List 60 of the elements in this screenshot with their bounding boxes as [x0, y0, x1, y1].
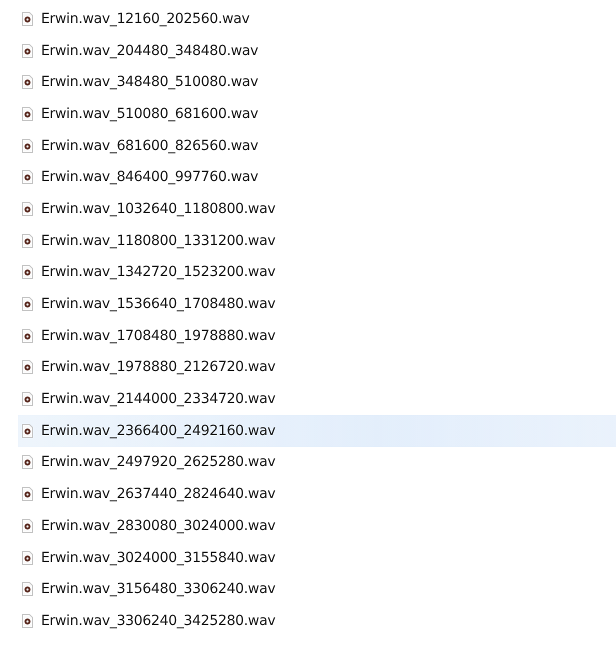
file-row[interactable]: Erwin.wav_681600_826560.wav: [18, 130, 616, 162]
file-name: Erwin.wav_1536640_1708480.wav: [41, 296, 276, 312]
file-row[interactable]: Erwin.wav_1708480_1978880.wav: [18, 320, 616, 352]
audio-file-icon: [22, 170, 33, 184]
file-row[interactable]: Erwin.wav_1032640_1180800.wav: [18, 193, 616, 225]
audio-file-icon: [22, 138, 33, 153]
file-name: Erwin.wav_846400_997760.wav: [41, 169, 258, 186]
file-row[interactable]: Erwin.wav_1978880_2126720.wav: [18, 352, 616, 384]
file-name: Erwin.wav_3306240_3425280.wav: [41, 612, 276, 629]
file-name: Erwin.wav_681600_826560.wav: [41, 138, 258, 154]
audio-file-icon: [22, 582, 33, 596]
audio-file-icon: [22, 265, 33, 280]
audio-file-icon: [22, 234, 33, 248]
file-row[interactable]: Erwin.wav_510080_681600.wav: [18, 98, 616, 130]
file-name: Erwin.wav_2830080_3024000.wav: [41, 518, 276, 534]
file-name: Erwin.wav_348480_510080.wav: [41, 74, 258, 90]
file-name: Erwin.wav_1342720_1523200.wav: [41, 264, 276, 280]
file-name: Erwin.wav_1708480_1978880.wav: [41, 328, 276, 344]
file-row[interactable]: Erwin.wav_2637440_2824640.wav: [18, 478, 616, 510]
file-row[interactable]: Erwin.wav_1342720_1523200.wav: [18, 256, 616, 288]
file-name: Erwin.wav_3024000_3155840.wav: [41, 550, 276, 566]
audio-file-icon: [22, 328, 33, 343]
audio-file-icon: [22, 487, 33, 502]
audio-file-icon: [22, 202, 33, 216]
file-name: Erwin.wav_1032640_1180800.wav: [41, 200, 276, 217]
file-row[interactable]: Erwin.wav_12160_202560.wav: [18, 3, 616, 35]
file-name: Erwin.wav_2366400_2492160.wav: [41, 422, 276, 439]
file-name: Erwin.wav_1978880_2126720.wav: [41, 359, 276, 376]
file-name: Erwin.wav_2497920_2625280.wav: [41, 454, 276, 470]
audio-file-icon: [22, 75, 33, 90]
file-row[interactable]: Erwin.wav_2830080_3024000.wav: [18, 510, 616, 542]
file-row[interactable]: Erwin.wav_3156480_3306240.wav: [18, 573, 616, 606]
file-row[interactable]: Erwin.wav_846400_997760.wav: [18, 161, 616, 194]
file-row[interactable]: Erwin.wav_1180800_1331200.wav: [18, 224, 616, 256]
file-row[interactable]: Erwin.wav_2366400_2492160.wav: [18, 414, 616, 447]
file-name: Erwin.wav_1180800_1331200.wav: [41, 232, 276, 249]
file-name: Erwin.wav_510080_681600.wav: [41, 106, 258, 122]
file-row[interactable]: Erwin.wav_348480_510080.wav: [18, 66, 616, 98]
file-name: Erwin.wav_2144000_2334720.wav: [41, 391, 276, 408]
audio-file-icon: [22, 392, 33, 406]
audio-file-icon: [22, 12, 33, 26]
audio-file-icon: [22, 550, 33, 565]
audio-file-icon: [22, 360, 33, 374]
audio-file-icon: [22, 297, 33, 312]
audio-file-icon: [22, 424, 33, 438]
file-row[interactable]: Erwin.wav_3024000_3155840.wav: [18, 542, 616, 574]
file-name: Erwin.wav_2637440_2824640.wav: [41, 486, 276, 502]
file-row[interactable]: Erwin.wav_204480_348480.wav: [18, 34, 616, 66]
file-row[interactable]: Erwin.wav_2497920_2625280.wav: [18, 446, 616, 478]
file-row[interactable]: Erwin.wav_1536640_1708480.wav: [18, 288, 616, 320]
file-row[interactable]: Erwin.wav_3306240_3425280.wav: [18, 605, 616, 637]
audio-file-icon: [22, 455, 33, 470]
file-name: Erwin.wav_12160_202560.wav: [41, 10, 250, 27]
audio-file-icon: [22, 44, 33, 58]
audio-file-icon: [22, 106, 33, 121]
file-name: Erwin.wav_204480_348480.wav: [41, 42, 258, 59]
audio-file-icon: [22, 518, 33, 533]
audio-file-icon: [22, 614, 33, 628]
file-row[interactable]: Erwin.wav_2144000_2334720.wav: [18, 383, 616, 415]
file-name: Erwin.wav_3156480_3306240.wav: [41, 581, 276, 598]
